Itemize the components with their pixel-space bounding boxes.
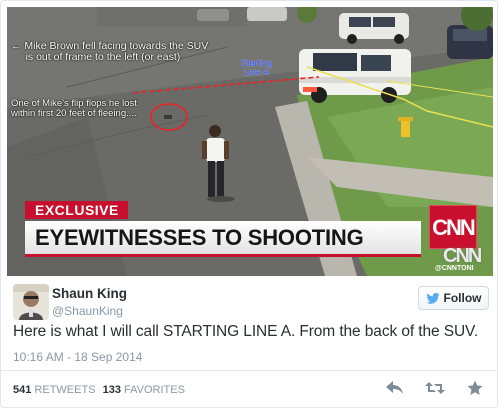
author-name[interactable]: Shaun King <box>52 286 127 301</box>
avatar[interactable] <box>13 284 49 320</box>
retweet-count: 541 <box>13 384 32 396</box>
favorite-stat[interactable]: 133 FAVORITES <box>103 384 185 396</box>
favorite-count: 133 <box>102 384 121 396</box>
exclusive-label: EXCLUSIVE <box>25 201 128 219</box>
retweet-stat[interactable]: 541 RETWEETS <box>13 384 96 396</box>
retweet-icon[interactable] <box>425 379 445 397</box>
news-headline: EYEWITNESSES TO SHOOTING <box>25 221 421 254</box>
retweet-stat-label: RETWEETS <box>34 384 96 396</box>
tweet-stats: 541 RETWEETS 133 FAVORITES <box>13 384 189 396</box>
twitter-bird-icon <box>425 292 440 304</box>
tweet-media-image[interactable]: ← Mike Brown fell facing towards the SUV… <box>7 7 493 276</box>
reply-icon[interactable] <box>385 379 405 397</box>
cnn-logo: CNN <box>429 205 477 249</box>
stats-divider <box>1 370 497 371</box>
tweet-actions <box>385 379 485 397</box>
follow-label: Follow <box>443 291 482 305</box>
headline-divider <box>25 254 421 257</box>
tweet-text: Here is what I will call STARTING LINE A… <box>13 323 479 340</box>
author-handle[interactable]: @ShaunKing <box>52 304 123 318</box>
starting-line-annotation: Starting Line A <box>241 58 273 77</box>
cnn-handle-text: @CNNTONI <box>435 265 474 272</box>
tweet-card: ← Mike Brown fell facing towards the SUV… <box>0 0 498 408</box>
flipflop-annotation: One of Mike's flip flops he lost within … <box>11 98 137 119</box>
tweet-timestamp[interactable]: 10:16 AM - 18 Sep 2014 <box>13 350 142 364</box>
follow-button[interactable]: Follow <box>418 286 489 310</box>
favorite-icon[interactable] <box>465 379 485 397</box>
direction-annotation: ← Mike Brown fell facing towards the SUV… <box>11 40 209 63</box>
favorite-stat-label: FAVORITES <box>124 384 185 396</box>
